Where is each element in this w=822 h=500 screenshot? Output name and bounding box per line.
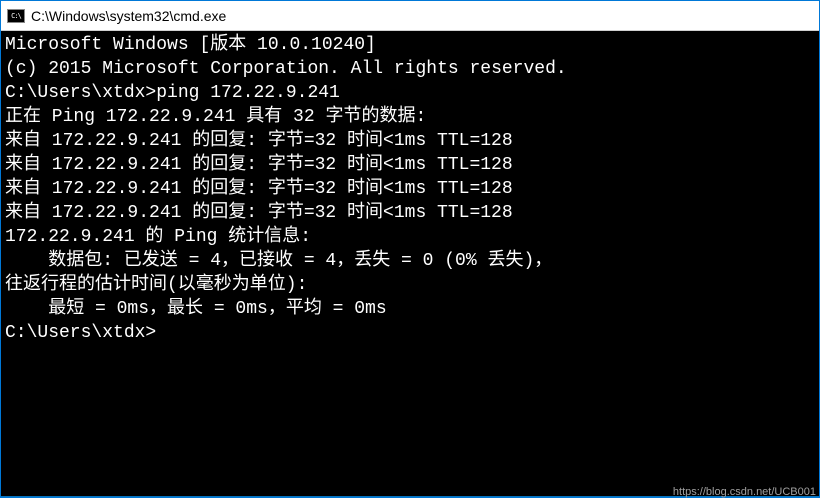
terminal-line: 来自 172.22.9.241 的回复: 字节=32 时间<1ms TTL=12… bbox=[5, 153, 815, 177]
terminal-line: 172.22.9.241 的 Ping 统计信息: bbox=[5, 225, 815, 249]
cmd-icon: C:\ bbox=[7, 9, 25, 23]
terminal-line: 正在 Ping 172.22.9.241 具有 32 字节的数据: bbox=[5, 105, 815, 129]
terminal-line: 往返行程的估计时间(以毫秒为单位): bbox=[5, 273, 815, 297]
terminal-line: Microsoft Windows [版本 10.0.10240] bbox=[5, 33, 815, 57]
terminal-line: 来自 172.22.9.241 的回复: 字节=32 时间<1ms TTL=12… bbox=[5, 177, 815, 201]
titlebar[interactable]: C:\ C:\Windows\system32\cmd.exe bbox=[1, 1, 819, 31]
terminal-line: 数据包: 已发送 = 4，已接收 = 4，丢失 = 0 (0% 丢失)， bbox=[5, 249, 815, 273]
terminal-line: 来自 172.22.9.241 的回复: 字节=32 时间<1ms TTL=12… bbox=[5, 129, 815, 153]
terminal-line: 最短 = 0ms，最长 = 0ms，平均 = 0ms bbox=[5, 297, 815, 321]
watermark-text: https://blog.csdn.net/UCB001 bbox=[673, 486, 816, 498]
terminal-prompt-line[interactable]: C:\Users\xtdx> bbox=[5, 321, 815, 345]
terminal-line: (c) 2015 Microsoft Corporation. All righ… bbox=[5, 57, 815, 81]
terminal-line: C:\Users\xtdx>ping 172.22.9.241 bbox=[5, 81, 815, 105]
terminal-line: 来自 172.22.9.241 的回复: 字节=32 时间<1ms TTL=12… bbox=[5, 201, 815, 225]
terminal-prompt: C:\Users\xtdx> bbox=[5, 323, 156, 343]
window-title: C:\Windows\system32\cmd.exe bbox=[31, 8, 226, 24]
cmd-window: C:\ C:\Windows\system32\cmd.exe Microsof… bbox=[0, 0, 820, 498]
terminal-area[interactable]: Microsoft Windows [版本 10.0.10240](c) 201… bbox=[1, 31, 819, 347]
